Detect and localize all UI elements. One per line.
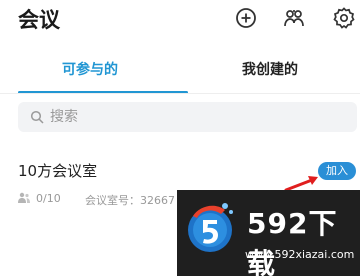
watermark-url: www.592xiazai.com: [245, 248, 355, 261]
tab-created[interactable]: 我创建的: [180, 54, 360, 86]
watermark-banner: 592下载 www.592xiazai.com: [177, 190, 360, 276]
watermark-brand: 592下载: [247, 207, 338, 276]
members-icon: [18, 192, 30, 203]
tab-bar: 可参与的 我创建的: [0, 54, 360, 94]
tab-joinable[interactable]: 可参与的: [0, 54, 180, 86]
app-header: 会议: [0, 0, 360, 38]
page-title: 会议: [18, 8, 60, 32]
add-circle-icon[interactable]: [234, 6, 258, 30]
member-count: 0/10: [18, 192, 61, 205]
search-input[interactable]: [50, 102, 340, 132]
search-bar[interactable]: [18, 102, 357, 132]
divider: [0, 93, 360, 94]
room-name[interactable]: 10方会议室: [18, 160, 97, 181]
search-icon: [30, 110, 44, 124]
watermark-logo: [188, 203, 233, 252]
settings-gear-icon[interactable]: [332, 6, 356, 30]
room-id: 会议室号：32667: [85, 194, 175, 207]
join-button[interactable]: 加入: [318, 162, 356, 180]
member-count-value: 0/10: [36, 192, 61, 205]
contacts-icon[interactable]: [282, 6, 306, 30]
